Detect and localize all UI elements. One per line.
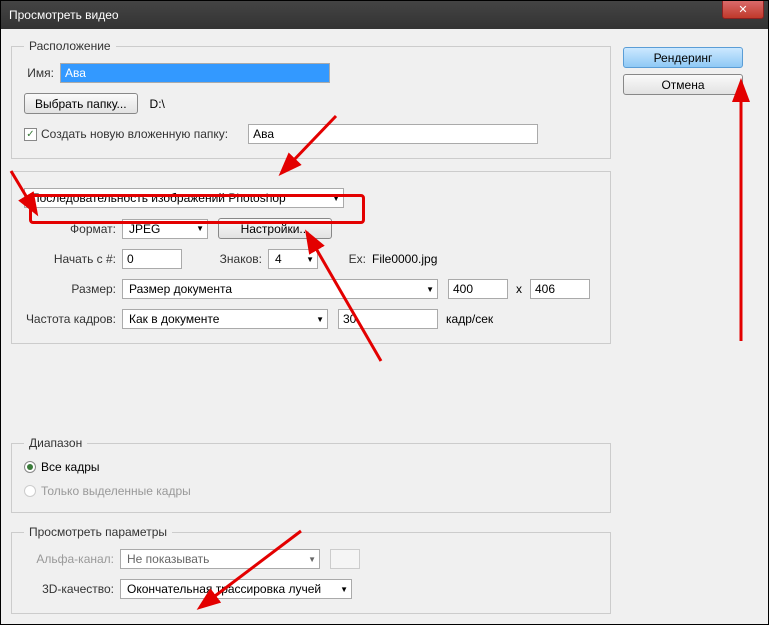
start-label: Начать с #: [24,252,116,266]
format-dropdown[interactable]: JPEG ▼ [122,219,208,239]
sequence-type-value: Последовательность изображений Photoshop [31,191,286,205]
fps-label: Частота кадров: [24,312,116,326]
preview-group: Просмотреть параметры Альфа-канал: Не по… [11,525,611,614]
example-value: File0000.jpg [372,252,437,266]
fps-unit: кадр/сек [446,312,493,326]
settings-button[interactable]: Настройки... [218,218,332,239]
chevron-down-icon: ▼ [316,315,324,324]
preview-legend: Просмотреть параметры [24,525,172,539]
chevron-down-icon: ▼ [332,194,340,203]
selected-frames-radio [24,485,36,497]
fps-dropdown[interactable]: Как в документе ▼ [122,309,328,329]
fps-value-input[interactable] [338,309,438,329]
size-x: x [516,282,522,296]
chevron-down-icon: ▼ [426,285,434,294]
cancel-button[interactable]: Отмена [623,74,743,95]
quality-label: 3D-качество: [24,582,114,596]
alpha-dropdown[interactable]: Не показывать ▼ [120,549,320,569]
range-legend: Диапазон [24,436,87,450]
browse-folder-button[interactable]: Выбрать папку... [24,93,138,114]
path-label: D:\ [150,97,165,111]
close-icon: ✕ [738,3,747,16]
chevron-down-icon: ▼ [306,255,314,264]
file-options-group: Последовательность изображений Photoshop… [11,171,611,344]
size-dropdown[interactable]: Размер документа ▼ [122,279,438,299]
size-label: Размер: [24,282,116,296]
location-group: Расположение Имя: Выбрать папку... D:\ ✓… [11,39,611,159]
example-prefix: Ex: [338,252,366,266]
digits-dropdown[interactable]: 4 ▼ [268,249,318,269]
digits-label: Знаков: [202,252,262,266]
height-input[interactable] [530,279,590,299]
subfolder-name-input[interactable] [248,124,538,144]
chevron-down-icon: ▼ [340,585,348,594]
alpha-label: Альфа-канал: [24,552,114,566]
create-subfolder-checkbox[interactable]: ✓ [24,128,37,141]
render-button[interactable]: Рендеринг [623,47,743,68]
range-group: Диапазон Все кадры Только выделенные кад… [11,436,611,513]
sequence-type-dropdown[interactable]: Последовательность изображений Photoshop… [24,188,344,208]
start-input[interactable] [122,249,182,269]
name-label: Имя: [24,66,54,80]
format-label: Формат: [24,222,116,236]
chevron-down-icon: ▼ [196,224,204,233]
chevron-down-icon: ▼ [308,555,316,564]
name-input[interactable] [60,63,330,83]
all-frames-label: Все кадры [41,460,100,474]
window-title: Просмотреть видео [9,8,119,22]
create-subfolder-label: Создать новую вложенную папку: [41,127,228,141]
location-legend: Расположение [24,39,116,53]
selected-frames-label: Только выделенные кадры [41,484,191,498]
all-frames-radio[interactable] [24,461,36,473]
width-input[interactable] [448,279,508,299]
titlebar: Просмотреть видео ✕ [1,1,768,29]
quality-dropdown[interactable]: Окончательная трассировка лучей ▼ [120,579,352,599]
close-button[interactable]: ✕ [722,1,764,19]
alpha-swatch [330,549,360,569]
